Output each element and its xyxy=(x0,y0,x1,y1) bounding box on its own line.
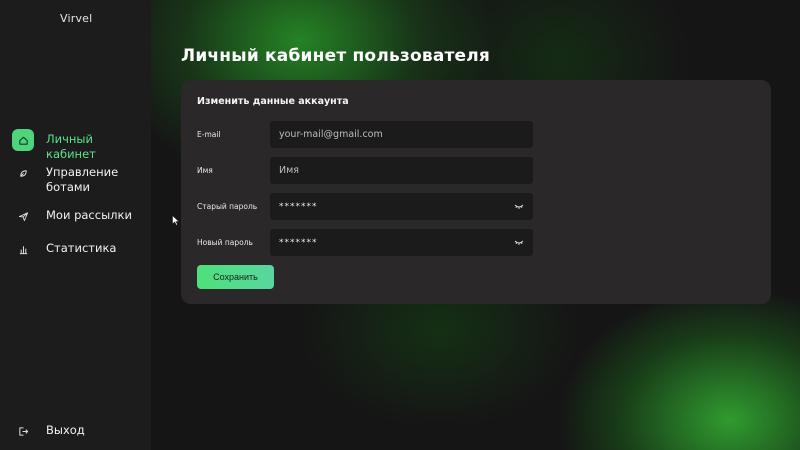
new-password-field[interactable]: ******* xyxy=(270,229,533,256)
account-form-card: Изменить данные аккаунта E-mail your-mai… xyxy=(181,80,771,304)
sidebar-item-label: Мои рассылки xyxy=(46,208,132,222)
sidebar-item-label: Управление ботами xyxy=(46,165,119,194)
name-label: Имя xyxy=(197,166,213,175)
logout-button[interactable]: Выход xyxy=(0,420,151,442)
email-label: E-mail xyxy=(197,130,221,139)
form-title: Изменить данные аккаунта xyxy=(197,96,349,107)
email-field[interactable]: your-mail@gmail.com xyxy=(270,121,533,148)
old-password-field[interactable]: ******* xyxy=(270,193,533,220)
name-placeholder: Имя xyxy=(279,165,299,176)
send-icon xyxy=(12,205,34,227)
mouse-cursor-icon xyxy=(172,215,180,226)
page-title: Личный кабинет пользователя xyxy=(181,46,491,66)
home-icon xyxy=(12,129,34,151)
sidebar-item-mailings[interactable]: Мои рассылки xyxy=(0,205,151,227)
sidebar-item-profile[interactable]: Личный кабинет xyxy=(0,129,151,161)
logout-label: Выход xyxy=(46,423,85,437)
old-password-value: ******* xyxy=(279,201,318,212)
save-button[interactable]: Сохранить xyxy=(197,265,274,289)
bar-chart-icon xyxy=(12,238,34,260)
old-password-label: Старый пароль xyxy=(197,202,258,211)
app-window: Virvel Личный кабинет Управление ботами … xyxy=(0,0,800,450)
leaf-icon xyxy=(12,162,34,184)
new-password-label: Новый пароль xyxy=(197,238,253,247)
logout-icon xyxy=(12,420,34,442)
sidebar-item-bots[interactable]: Управление ботами xyxy=(0,162,151,198)
name-field[interactable]: Имя xyxy=(270,157,533,184)
sidebar: Virvel Личный кабинет Управление ботами … xyxy=(0,0,151,450)
brand-logo: Virvel xyxy=(60,12,93,25)
sidebar-item-label: Статистика xyxy=(46,241,117,255)
new-password-value: ******* xyxy=(279,237,318,248)
eye-closed-icon[interactable] xyxy=(514,202,524,210)
sidebar-item-label: Личный кабинет xyxy=(46,132,96,161)
email-placeholder: your-mail@gmail.com xyxy=(279,129,383,140)
eye-closed-icon[interactable] xyxy=(514,238,524,246)
sidebar-item-statistics[interactable]: Статистика xyxy=(0,238,151,260)
